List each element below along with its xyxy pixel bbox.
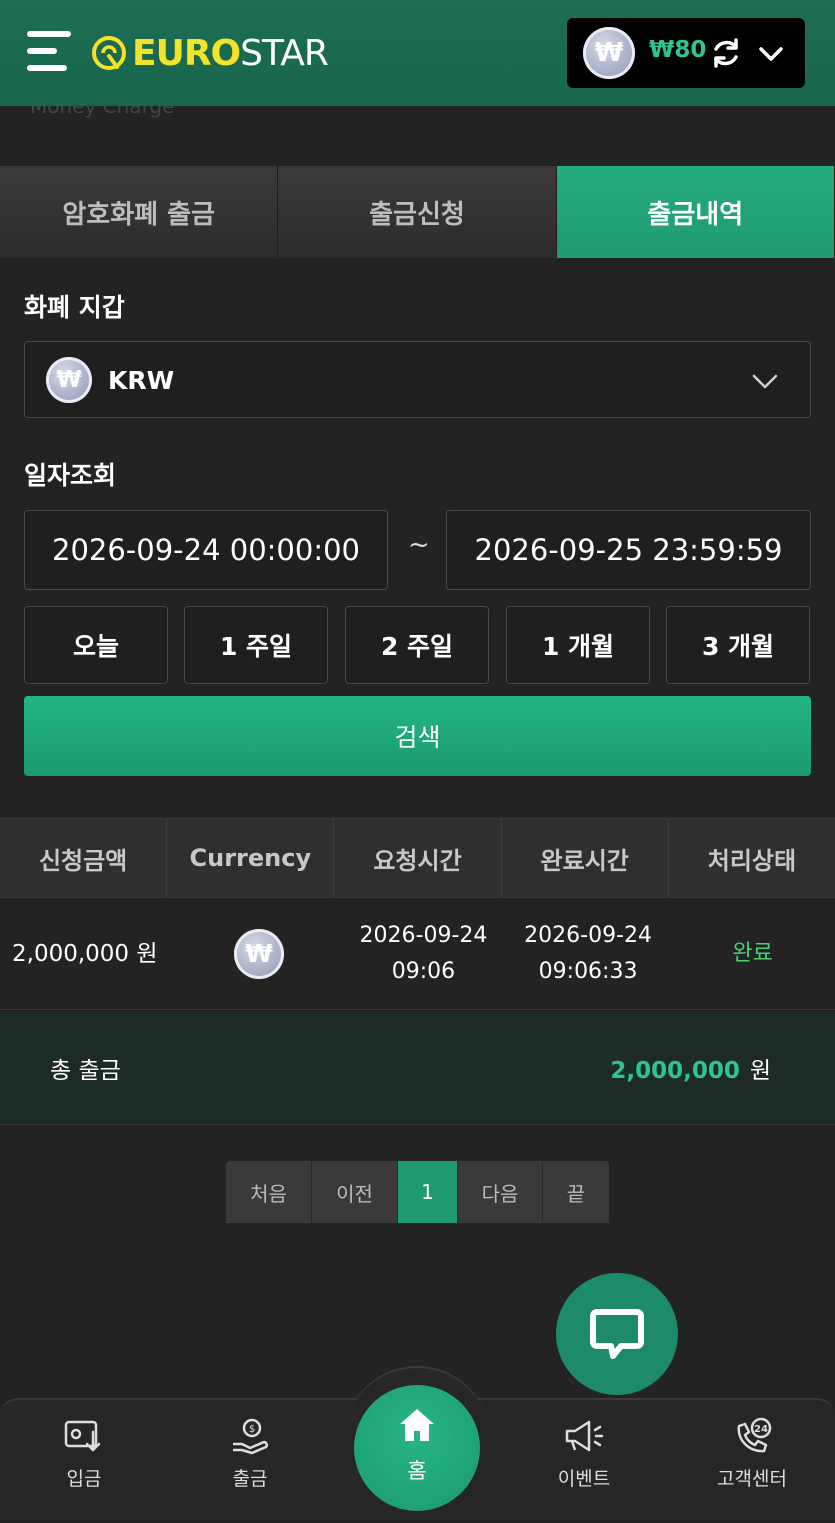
brand-logo[interactable]: EUROSTAR [90,30,329,76]
quick-3month-button[interactable]: 3 개월 [666,606,810,684]
chevron-down-icon [752,374,778,389]
col-request-time: 요청시간 [334,819,502,897]
page-last-button[interactable]: 끝 [543,1161,609,1223]
chat-button[interactable] [556,1273,678,1395]
won-coin-icon: ₩ [46,357,92,403]
nav-support-label: 고객센터 [717,1468,787,1490]
top-header: EUROSTAR ₩ ₩80 [0,0,835,106]
row-request-time: 2026-09-24 09:06 [341,898,506,1009]
wallet-selected-value: KRW [108,366,175,395]
logo-mark-icon [92,36,126,70]
tab-crypto-withdraw[interactable]: 암호화폐 출금 [0,166,279,258]
row-request-clock: 09:06 [391,958,456,984]
nav-withdraw[interactable]: $ 출금 [180,1400,320,1523]
row-request-date: 2026-09-24 [359,922,488,948]
quick-1month-button[interactable]: 1 개월 [506,606,650,684]
wallet-select[interactable]: ₩ KRW [24,341,811,418]
page-prev-button[interactable]: 이전 [312,1161,398,1223]
col-currency: Currency [167,819,335,897]
tab-withdraw-history[interactable]: 출금내역 [556,166,835,258]
support-24-icon: 24 [737,1417,772,1453]
tab-withdraw-request[interactable]: 출금신청 [278,166,557,258]
search-button[interactable]: 검색 [24,696,811,776]
quick-1week-button[interactable]: 1 주일 [184,606,328,684]
page-next-button[interactable]: 다음 [458,1161,543,1223]
withdraw-icon: $ [233,1418,268,1455]
won-coin-icon: ₩ [583,27,635,79]
table-row: 2,000,000 원 ₩ 2026-09-24 09:06 2026-09-24… [0,898,835,1010]
nav-home[interactable]: 홈 [354,1385,480,1511]
row-currency: ₩ [177,898,342,1009]
row-complete-time: 2026-09-24 09:06:33 [506,898,671,1009]
deposit-icon [64,1420,101,1452]
date-to-input[interactable]: 2026-09-25 23:59:59 [446,510,811,590]
chat-bubble-icon [590,1309,644,1359]
quick-2week-button[interactable]: 2 주일 [345,606,489,684]
date-from-input[interactable]: 2026-09-24 00:00:00 [24,510,388,590]
nav-withdraw-label: 출금 [232,1468,268,1490]
chevron-down-icon[interactable] [757,40,785,68]
logo-text: EUROSTAR [132,32,329,74]
total-amount: 2,000,000 [610,1058,740,1084]
nav-event-label: 이벤트 [557,1468,611,1490]
row-complete-clock: 09:06:33 [538,958,638,984]
nav-home-label: 홈 [407,1459,427,1483]
balance-amount: ₩80 [649,37,707,63]
table-header: 신청금액 Currency 요청시간 완료시간 처리상태 [0,818,835,898]
page-first-button[interactable]: 처음 [226,1161,312,1223]
col-amount: 신청금액 [0,819,168,897]
row-amount: 2,000,000 원 [12,940,158,967]
menu-icon[interactable] [27,29,73,75]
refresh-icon[interactable] [708,35,744,71]
row-status: 완료 [732,940,773,966]
nav-deposit[interactable]: 입금 [14,1400,154,1523]
date-separator: ~ [408,530,430,560]
total-summary: 총 출금 2,000,000 원 [0,1011,835,1125]
wallet-label: 화폐 지갑 [24,293,125,322]
date-label: 일자조회 [24,461,117,490]
total-label: 총 출금 [50,1058,121,1084]
nav-support[interactable]: 24 고객센터 [682,1400,822,1523]
total-unit: 원 [749,1058,771,1084]
home-icon [400,1409,434,1441]
col-complete-time: 완료시간 [502,819,669,897]
svg-text:24: 24 [754,1424,768,1435]
svg-text:$: $ [249,1424,255,1435]
page-1-button[interactable]: 1 [398,1161,458,1223]
balance-widget[interactable]: ₩ ₩80 [567,18,805,88]
quick-today-button[interactable]: 오늘 [24,606,168,684]
total-value: 2,000,000 원 [610,1051,771,1085]
pagination: 처음 이전 1 다음 끝 [226,1161,609,1223]
col-status: 처리상태 [707,846,797,875]
megaphone-icon [565,1420,604,1452]
row-complete-date: 2026-09-24 [524,922,652,948]
tab-bar: 암호화폐 출금 출금신청 출금내역 [0,166,835,258]
nav-deposit-label: 입금 [66,1468,102,1490]
nav-event[interactable]: 이벤트 [514,1400,654,1523]
won-coin-icon: ₩ [233,928,284,979]
